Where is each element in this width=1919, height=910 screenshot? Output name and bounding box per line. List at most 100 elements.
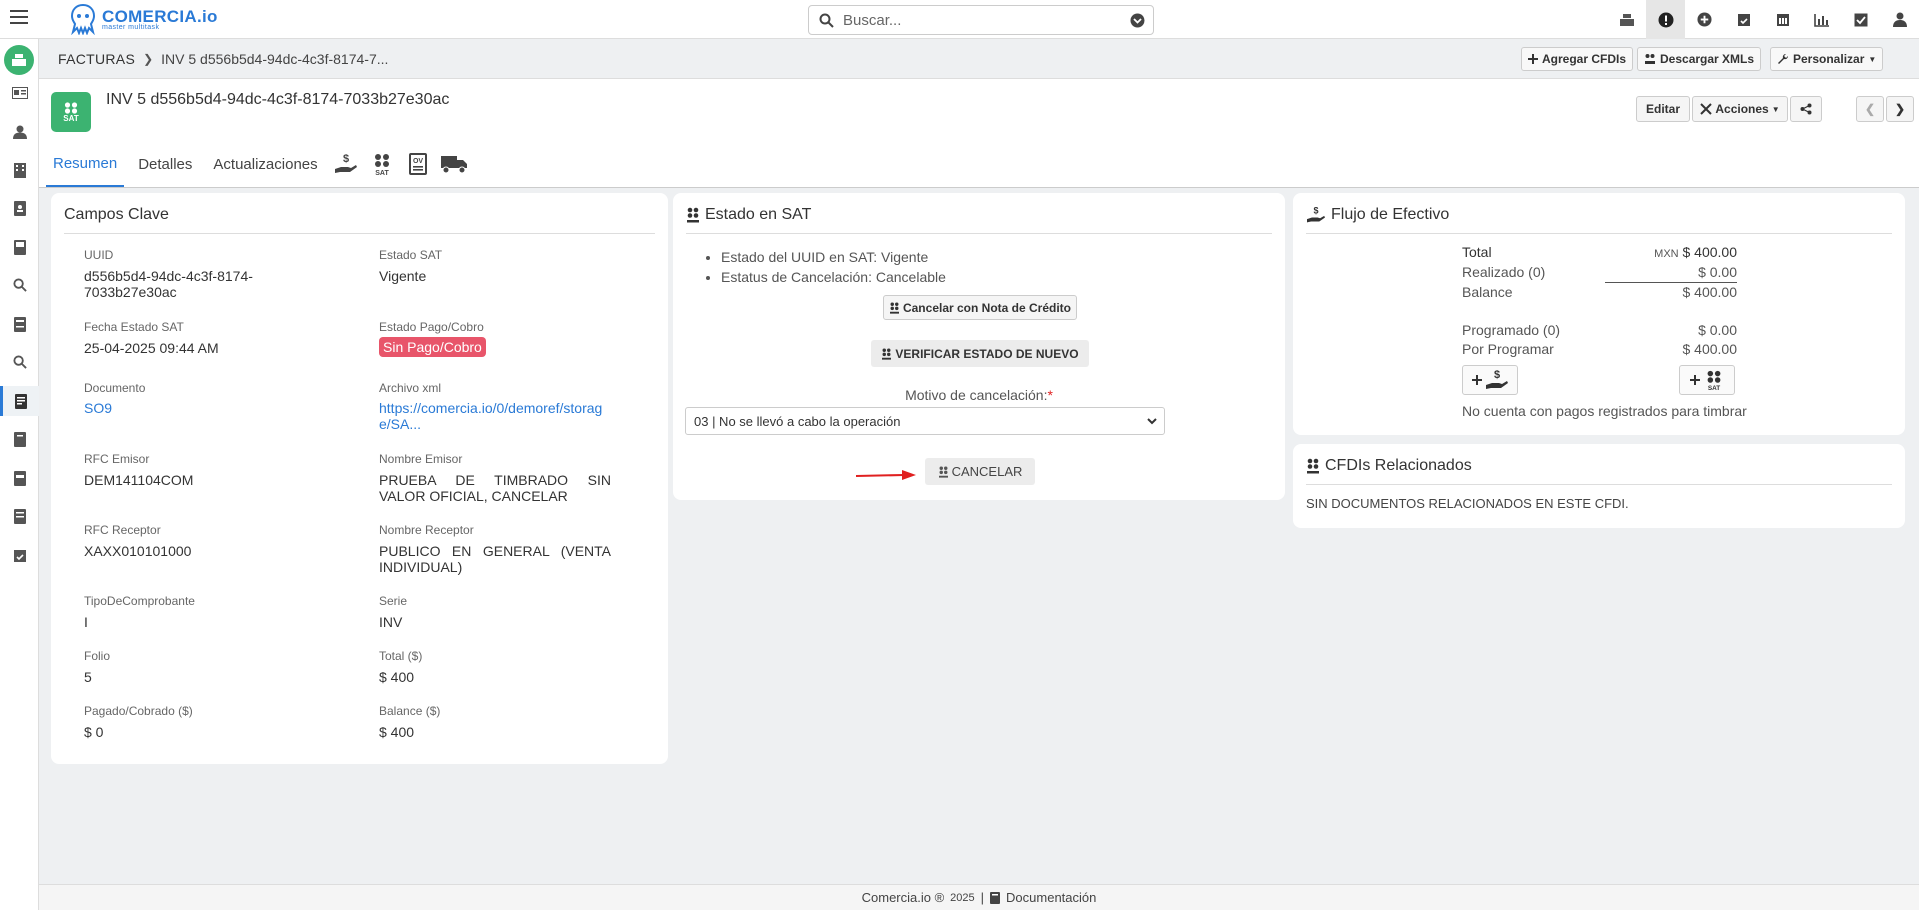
currency-label: MXN — [1654, 248, 1679, 260]
user-icon[interactable] — [1880, 0, 1919, 39]
breadcrumb-current: INV 5 d556b5d4-94dc-4c3f-8174-7... — [161, 51, 389, 67]
rfc-emisor-label: RFC Emisor — [84, 452, 150, 466]
total-label: Total — [1462, 244, 1492, 260]
alert-icon[interactable] — [1646, 0, 1685, 39]
svg-text:SAT: SAT — [375, 170, 389, 176]
tab-actualizaciones[interactable]: Actualizaciones — [206, 141, 324, 187]
documentation-link[interactable]: Documentación — [1006, 890, 1096, 905]
total-amount: MXN $ 400.00 — [1603, 244, 1737, 260]
related-cfdis-title: CFDIs Relacionados — [1325, 457, 1472, 474]
uuid-value: d556b5d4-94dc-4c3f-8174-7033b27e30ac — [84, 268, 253, 300]
download-xmls-button[interactable]: Descargar XMLs — [1637, 47, 1762, 71]
caret-down-icon: ▼ — [1868, 54, 1877, 64]
add-payment-button[interactable]: $ — [1462, 365, 1518, 395]
sidebar-item-contact-book-icon[interactable] — [0, 193, 39, 223]
red-arrow-annotation — [856, 470, 916, 480]
sidebar-item-book-icon[interactable] — [0, 232, 39, 262]
sidebar-item-quote-icon[interactable] — [0, 309, 39, 339]
breadcrumb-root[interactable]: FACTURAS — [58, 51, 135, 67]
search-input[interactable] — [843, 10, 1113, 30]
left-sidebar — [0, 39, 39, 910]
nombre-receptor-label: Nombre Receptor — [379, 523, 474, 537]
calendar-check-icon[interactable] — [1724, 0, 1763, 39]
book-icon — [990, 891, 1001, 904]
sidebar-item-ledger-icon[interactable] — [0, 501, 39, 531]
required-mark: * — [1047, 387, 1053, 403]
sidebar-item-building-icon[interactable] — [0, 155, 39, 185]
download-xmls-label: Descargar XMLs — [1660, 52, 1755, 66]
folio-label: Folio — [84, 649, 111, 663]
share-icon — [1800, 103, 1812, 115]
key-fields-card: Campos Clave UUID d556b5d4-94dc-4c3f-817… — [51, 193, 668, 764]
add-cfdis-button[interactable]: Agregar CFDIs — [1521, 47, 1634, 71]
svg-text:$: $ — [1493, 369, 1499, 381]
sidebar-item-notebook-icon[interactable] — [0, 424, 39, 454]
actions-button[interactable]: Acciones ▼ — [1692, 96, 1788, 122]
tab-detalles[interactable]: Detalles — [131, 141, 199, 187]
payment-hand-icon: $ — [1485, 369, 1508, 389]
tools-icon — [1700, 103, 1713, 115]
search-icon — [819, 13, 834, 28]
app-logo[interactable]: COMERCIA.io master multitask — [68, 3, 218, 35]
sidebar-item-nc-doc-icon[interactable] — [0, 463, 39, 493]
edit-button[interactable]: Editar — [1636, 96, 1690, 122]
tab-truck-icon[interactable] — [439, 141, 469, 187]
previous-record-button[interactable]: ❮ — [1856, 96, 1884, 122]
calendar-icon[interactable] — [1763, 0, 1802, 39]
cancel-reason-label-row: Motivo de cancelación:* — [673, 387, 1285, 403]
share-button[interactable] — [1790, 96, 1822, 122]
serie-value: INV — [379, 614, 403, 630]
cancel-button[interactable]: CANCELAR — [925, 458, 1035, 485]
tab-sat-icon[interactable]: SAT — [367, 141, 397, 187]
verify-status-button[interactable]: VERIFICAR ESTADO DE NUEVO — [871, 340, 1089, 367]
sat-people-icon — [64, 101, 78, 114]
tab-resumen[interactable]: Resumen — [46, 141, 125, 187]
record-tabs: Resumen Detalles Actualizaciones $ SAT O… — [39, 141, 469, 187]
sidebar-item-calendar-check-icon[interactable] — [0, 540, 39, 570]
sidebar-item-id-card-icon[interactable] — [0, 78, 39, 108]
sidebar-item-search-doc-icon[interactable] — [0, 347, 39, 377]
chart-icon[interactable] — [1802, 0, 1841, 39]
next-record-button[interactable]: ❯ — [1886, 96, 1914, 122]
cancel-reason-select[interactable]: 03 | No se llevó a cabo la operación — [685, 407, 1165, 435]
sat-status-title: Estado en SAT — [705, 206, 812, 223]
add-sat-payment-button[interactable]: SAT — [1679, 365, 1735, 395]
cash-flow-card: $ Flujo de Efectivo Total MXN $ 400.00 R… — [1293, 193, 1905, 435]
plus-icon — [1528, 54, 1538, 64]
cancel-with-credit-note-button[interactable]: Cancelar con Nota de Crédito — [883, 295, 1077, 320]
rfc-receptor-value: XAXX010101000 — [84, 543, 192, 559]
cancel-reason-label: Motivo de cancelación: — [905, 387, 1048, 403]
divider — [686, 233, 1272, 234]
svg-text:OV: OV — [413, 158, 423, 165]
search-box[interactable] — [808, 5, 1154, 35]
tab-quote-doc-icon[interactable]: OV — [403, 141, 433, 187]
cash-register-app-icon[interactable] — [4, 45, 34, 75]
plus-circle-icon[interactable] — [1685, 0, 1724, 39]
xml-file-label: Archivo xml — [379, 381, 442, 395]
pagado-value: $ 0 — [84, 724, 104, 740]
por-programar-value: $ 400.00 — [1682, 341, 1738, 357]
nombre-receptor-value: PUBLICO EN GENERAL (VENTA INDIVIDUAL) — [379, 543, 611, 575]
chevron-down-circle-icon[interactable] — [1130, 13, 1145, 28]
record-header: SAT INV 5 d556b5d4-94dc-4c3f-8174-7033b2… — [39, 79, 1919, 188]
cash-register-icon[interactable] — [1607, 0, 1646, 39]
sat-icon — [889, 302, 899, 314]
sidebar-item-user-icon[interactable] — [0, 117, 39, 147]
page-title: INV 5 d556b5d4-94dc-4c3f-8174-7033b27e30… — [106, 91, 450, 108]
hamburger-menu-icon[interactable] — [10, 9, 30, 29]
sat-status-value: Vigente — [379, 268, 427, 284]
cash-flow-card-header: $ Flujo de Efectivo — [1306, 206, 1449, 224]
checkbox-icon[interactable] — [1841, 0, 1880, 39]
cash-flow-title: Flujo de Efectivo — [1331, 206, 1450, 223]
tab-payment-hand-icon[interactable]: $ — [331, 141, 361, 187]
document-link[interactable]: SO9 — [84, 400, 112, 416]
folio-value: 5 — [84, 669, 92, 685]
svg-text:SAT: SAT — [1707, 385, 1719, 392]
balance-value: $ 400 — [379, 724, 415, 740]
customize-button[interactable]: Personalizar ▼ — [1770, 47, 1884, 71]
sidebar-item-search-icon[interactable] — [0, 270, 39, 300]
document-label: Documento — [84, 381, 146, 395]
sidebar-item-invoices-icon[interactable] — [0, 386, 39, 416]
xml-file-link[interactable]: https://comercia.io/0/demoref/storage/SA… — [379, 400, 602, 432]
sat-icon — [687, 207, 699, 223]
